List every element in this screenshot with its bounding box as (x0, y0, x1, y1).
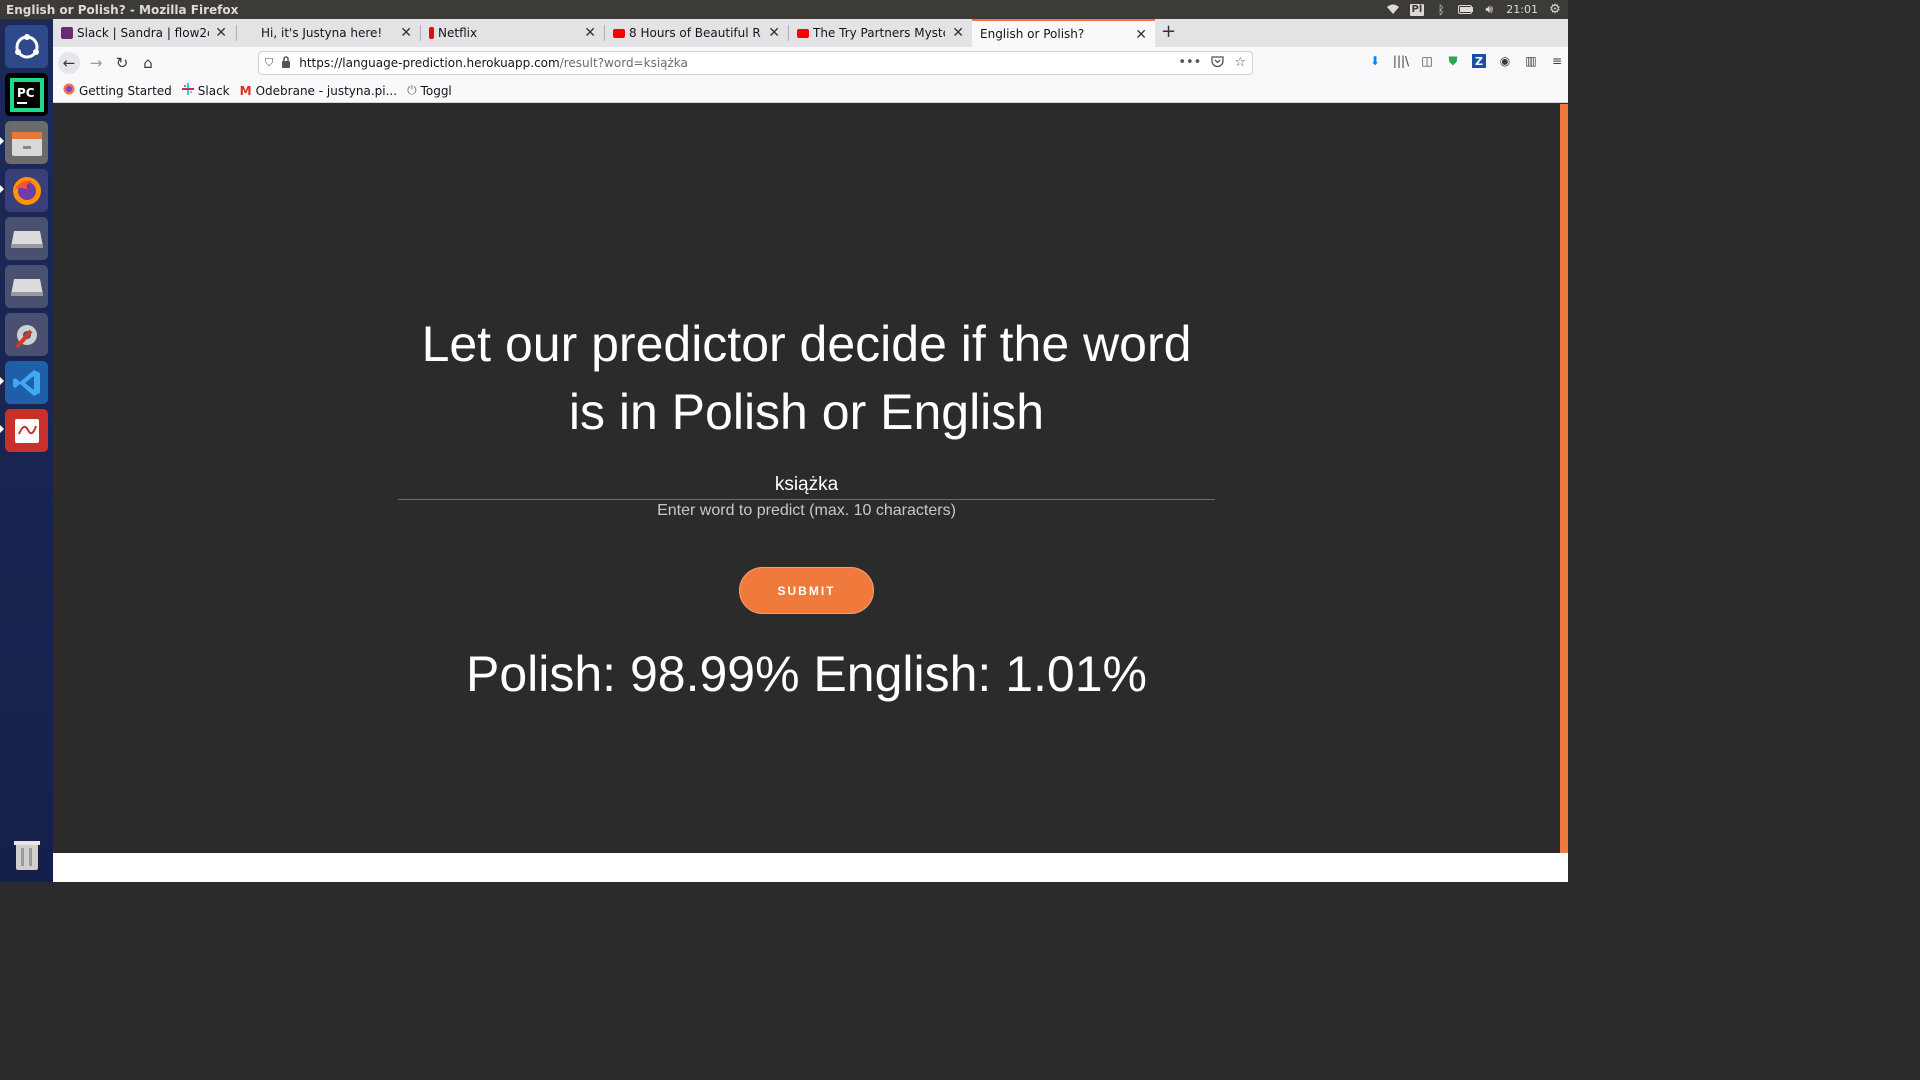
firefox-icon[interactable] (5, 169, 48, 212)
bookmark-label: Getting Started (79, 83, 172, 98)
disk-drive-icon[interactable] (5, 217, 48, 260)
toggl-extension-icon[interactable]: ▥ (1524, 54, 1538, 68)
ubuntu-dash-icon[interactable] (5, 25, 48, 68)
tab-label: 8 Hours of Beautiful Relaxing (629, 26, 761, 40)
input-hint: Enter word to predict (max. 10 character… (657, 502, 956, 519)
disk-drive-icon[interactable] (5, 265, 48, 308)
netflix-icon (429, 27, 434, 39)
account-icon[interactable]: ◉ (1498, 54, 1512, 68)
tab-strip: Slack | Sandra | flow2code ✕ Hi, it's Ju… (53, 19, 1568, 47)
tab-justyna[interactable]: Hi, it's Justyna here! ✕ (237, 19, 420, 47)
tab-english-or-polish[interactable]: English or Polish? ✕ (972, 19, 1155, 47)
tab-label: English or Polish? (980, 27, 1085, 41)
running-indicator (0, 185, 4, 193)
bookmark-getting-started[interactable]: Getting Started (63, 83, 172, 98)
ubuntu-launcher: PC (0, 19, 53, 882)
url-bar[interactable]: ⛉ https://language-prediction.herokuapp.… (258, 51, 1253, 75)
gear-icon[interactable]: ⚙ (1548, 2, 1562, 17)
pocket-icon[interactable] (1211, 55, 1224, 72)
url-text: https://language-prediction.herokuapp.co… (299, 56, 688, 70)
pycharm-icon[interactable]: PC (5, 73, 48, 116)
close-icon[interactable]: ✕ (768, 25, 780, 41)
bookmark-star-icon[interactable]: ☆ (1234, 55, 1246, 72)
close-icon[interactable]: ✕ (400, 25, 412, 41)
page-headline: Let our predictor decide if the word is … (53, 310, 1560, 446)
bluetooth-icon[interactable]: ᛒ (1434, 3, 1448, 17)
page-content: Let our predictor decide if the word is … (53, 104, 1560, 853)
wifi-icon[interactable] (1386, 4, 1400, 16)
svg-text:PC: PC (17, 86, 35, 100)
tab-label: Netflix (438, 26, 478, 40)
lock-icon[interactable] (281, 55, 291, 71)
url-host: https://language-prediction.herokuapp.co… (299, 56, 560, 70)
url-path: /result?word=książka (559, 56, 688, 70)
prediction-result: Polish: 98.99% English: 1.01% (466, 646, 1147, 702)
bookmark-label: Slack (197, 83, 230, 98)
bookmarks-toolbar: Getting Started Slack M Odebrane - justy… (53, 79, 1568, 103)
bookmark-gmail[interactable]: M Odebrane - justyna.pi... (240, 84, 397, 98)
tab-youtube-relaxing[interactable]: 8 Hours of Beautiful Relaxing ✕ (605, 19, 788, 47)
close-icon[interactable]: ✕ (1135, 27, 1147, 43)
tracking-protection-shield-icon[interactable]: ⛉ (265, 56, 273, 70)
file-manager-icon[interactable] (5, 121, 48, 164)
toolbar-icons: ⬇ |||\ ◫ ⛊ Z ◉ ▥ ≡ (1368, 54, 1564, 68)
trash-icon[interactable] (5, 833, 48, 876)
tab-youtube-try[interactable]: The Try Partners Mystery ✕ (789, 19, 972, 47)
youtube-icon (797, 28, 809, 38)
navigation-toolbar: ← → ↻ ⌂ ⛉ https://language-prediction.he… (53, 47, 1568, 79)
clock[interactable]: 21:01 (1506, 3, 1538, 16)
system-tray: Pl ᛒ 🔊︎ 21:01 ⚙ (1386, 0, 1562, 19)
bookmark-toggl[interactable]: ⏻ Toggl (407, 83, 452, 98)
hamburger-menu-icon[interactable]: ≡ (1550, 54, 1564, 68)
tab-label: Hi, it's Justyna here! (261, 26, 383, 40)
bookmark-slack[interactable]: Slack (181, 83, 230, 98)
volume-icon[interactable]: 🔊︎ (1482, 2, 1496, 16)
running-indicator (0, 137, 4, 145)
page-icon (245, 27, 257, 39)
slack-icon (61, 27, 73, 39)
tab-slack[interactable]: Slack | Sandra | flow2code ✕ (53, 19, 235, 47)
document-viewer-icon[interactable] (5, 409, 48, 452)
url-bar-actions: ••• ☆ (1178, 55, 1246, 72)
slack-icon (181, 83, 194, 98)
vscode-icon[interactable] (5, 361, 48, 404)
close-icon[interactable]: ✕ (215, 25, 227, 41)
headline-line-1: Let our predictor decide if the word (421, 316, 1192, 372)
toggl-icon: ⏻ (407, 83, 417, 97)
running-indicator (0, 425, 4, 433)
system-top-panel: English or Polish? - Mozilla Firefox Pl … (0, 0, 1568, 19)
firefox-icon (63, 83, 75, 98)
back-arrow-icon[interactable]: ← (58, 52, 80, 74)
library-icon[interactable]: |||\ (1393, 54, 1409, 68)
tab-label: Slack | Sandra | flow2code (77, 26, 209, 40)
zotero-icon[interactable]: Z (1472, 54, 1486, 68)
system-settings-icon[interactable] (5, 313, 48, 356)
close-icon[interactable]: ✕ (584, 25, 596, 41)
home-icon[interactable]: ⌂ (137, 52, 159, 74)
youtube-icon (613, 28, 625, 38)
bookmark-label: Odebrane - justyna.pi... (255, 83, 398, 98)
bookmark-label: Toggl (420, 83, 452, 98)
extension-shield-icon[interactable]: ⛊ (1446, 54, 1460, 68)
running-indicator (0, 377, 4, 385)
word-input[interactable] (398, 470, 1215, 500)
submit-button[interactable]: SUBMIT (739, 567, 874, 614)
scrollbar[interactable] (1560, 104, 1568, 853)
tab-label: The Try Partners Mystery (813, 26, 945, 40)
downloads-icon[interactable]: ⬇ (1368, 54, 1382, 68)
sidebar-icon[interactable]: ◫ (1420, 54, 1434, 68)
gmail-icon: M (239, 83, 252, 98)
window-title: English or Polish? - Mozilla Firefox (6, 2, 239, 17)
page-actions-menu-icon[interactable]: ••• (1178, 55, 1201, 72)
tab-netflix[interactable]: Netflix ✕ (421, 19, 604, 47)
forward-arrow-icon[interactable]: → (85, 52, 107, 74)
keyboard-layout-indicator[interactable]: Pl (1409, 3, 1425, 16)
reload-icon[interactable]: ↻ (111, 52, 133, 74)
page-bottom-area (53, 853, 1568, 882)
new-tab-icon[interactable]: + (1161, 21, 1176, 42)
headline-line-2: is in Polish or English (568, 384, 1045, 440)
close-icon[interactable]: ✕ (952, 25, 964, 41)
battery-icon[interactable] (1458, 4, 1474, 16)
